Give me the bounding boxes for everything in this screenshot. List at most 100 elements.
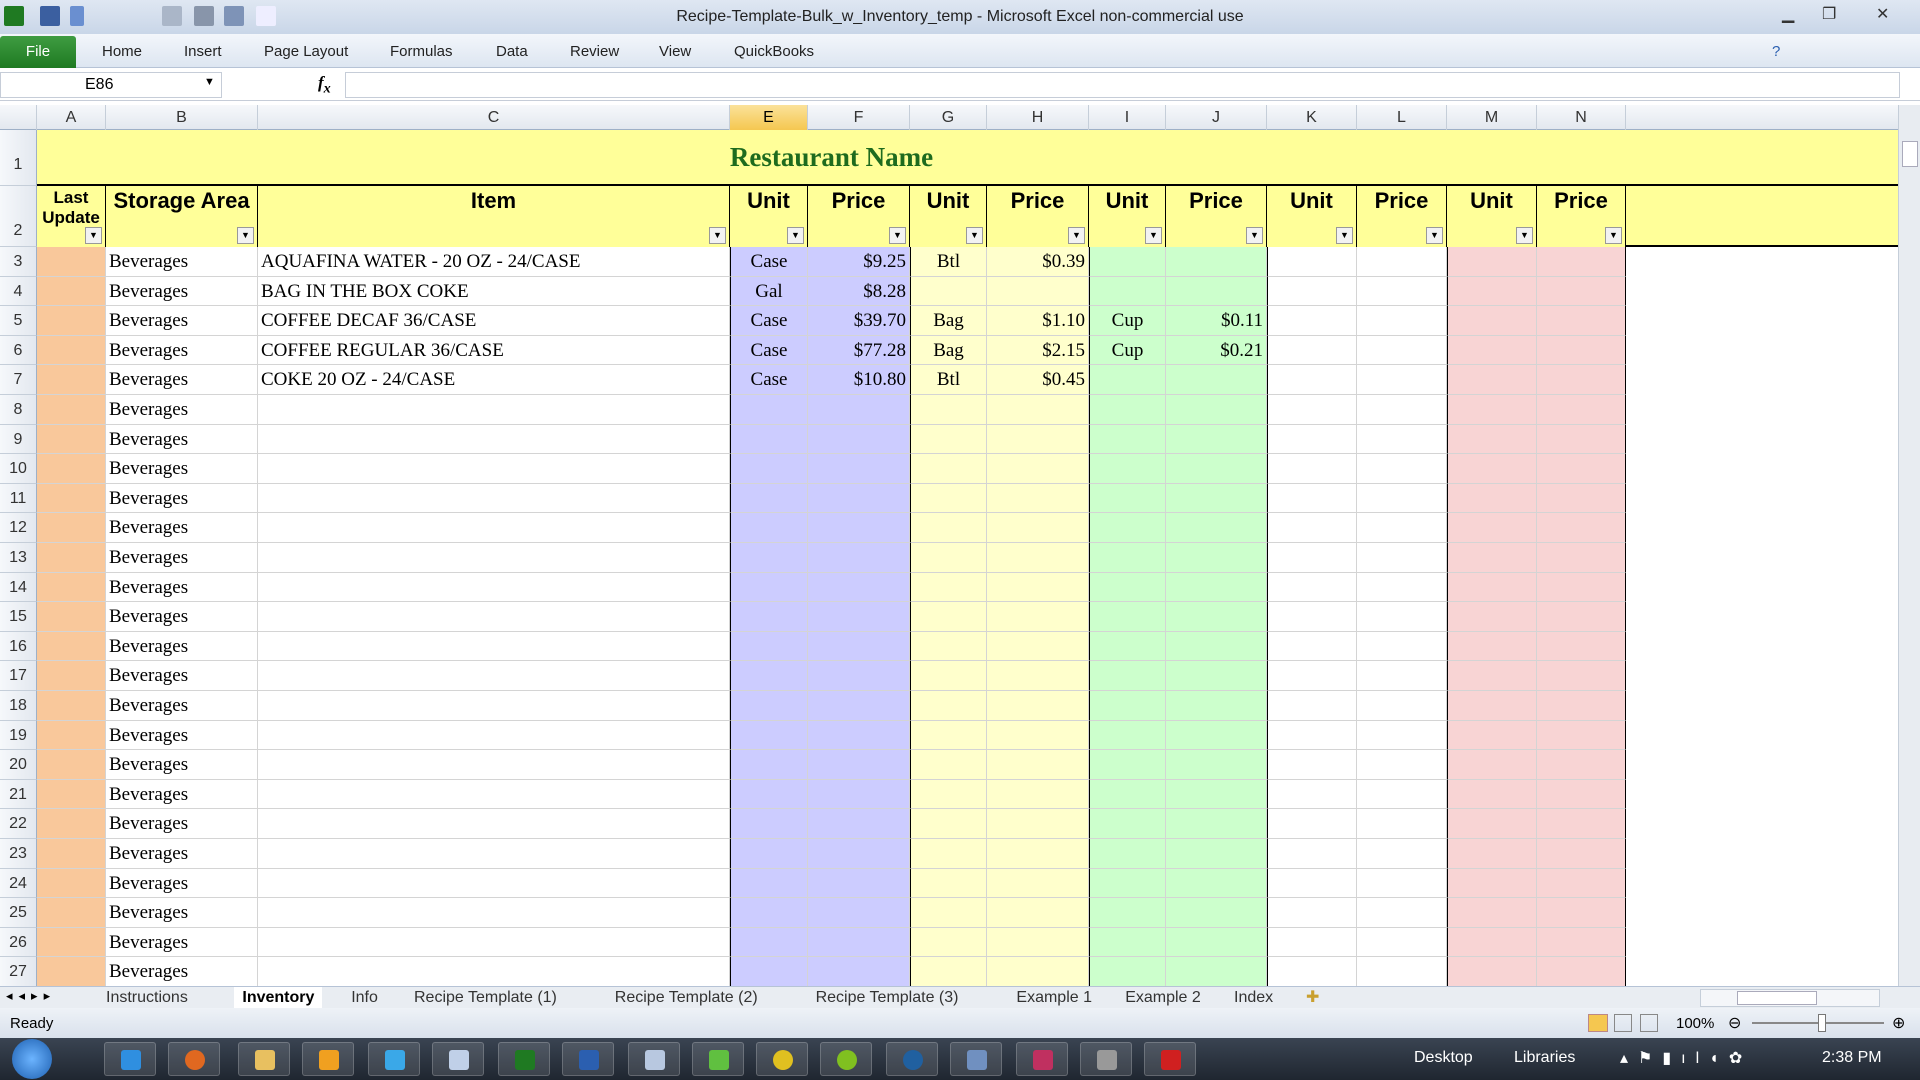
cell-k5[interactable] (1267, 306, 1357, 336)
cell-i25[interactable] (1089, 898, 1166, 928)
taskbar-excel[interactable] (498, 1042, 550, 1076)
cell-k27[interactable] (1267, 957, 1357, 986)
cell-h18[interactable] (987, 691, 1089, 721)
cell-e3[interactable]: Case (730, 247, 808, 277)
cell-m16[interactable] (1447, 631, 1537, 662)
cell-g8[interactable] (910, 395, 987, 425)
column-header-n[interactable]: N (1537, 105, 1626, 130)
cell-k3[interactable] (1267, 247, 1357, 277)
taskbar-app-green[interactable] (692, 1042, 744, 1076)
column-header-c[interactable]: C (258, 105, 730, 130)
cell-l27[interactable] (1357, 957, 1447, 986)
cell-f6[interactable]: $77.28 (808, 335, 910, 366)
cell-k23[interactable] (1267, 839, 1357, 869)
cell-j7[interactable] (1166, 365, 1267, 395)
libraries-toolbar[interactable]: Libraries (1514, 1049, 1575, 1067)
cell-f18[interactable] (808, 691, 910, 721)
cell-f4[interactable]: $8.28 (808, 276, 910, 307)
tab-insert[interactable]: Insert (184, 43, 222, 60)
tab-view[interactable]: View (659, 43, 691, 60)
cell-b23[interactable]: Beverages (106, 839, 258, 869)
cell-c12[interactable] (258, 513, 730, 543)
cell-m19[interactable] (1447, 720, 1537, 751)
cell-m10[interactable] (1447, 454, 1537, 484)
cell-e26[interactable] (730, 927, 808, 958)
cell-j13[interactable] (1166, 543, 1267, 573)
cell-l26[interactable] (1357, 927, 1447, 958)
cell-l17[interactable] (1357, 661, 1447, 691)
cell-f5[interactable]: $39.70 (808, 306, 910, 336)
cell-n17[interactable] (1537, 661, 1626, 691)
row-header[interactable]: 14 (0, 572, 37, 603)
cell-g23[interactable] (910, 839, 987, 869)
zoom-in-button[interactable]: ⊕ (1892, 1013, 1905, 1033)
column-header-k[interactable]: K (1267, 105, 1357, 130)
cell-n16[interactable] (1537, 631, 1626, 662)
cell-m15[interactable] (1447, 602, 1537, 632)
cell-c25[interactable] (258, 898, 730, 928)
cell-f11[interactable] (808, 483, 910, 514)
cell-n14[interactable] (1537, 572, 1626, 603)
cell-j25[interactable] (1166, 898, 1267, 928)
cell-k12[interactable] (1267, 513, 1357, 543)
tab-home[interactable]: Home (102, 43, 142, 60)
zoom-slider-thumb[interactable] (1818, 1014, 1826, 1032)
cell-n27[interactable] (1537, 957, 1626, 986)
cell-h17[interactable] (987, 661, 1089, 691)
cell-m22[interactable] (1447, 809, 1537, 839)
cell-n26[interactable] (1537, 927, 1626, 958)
cell-l15[interactable] (1357, 602, 1447, 632)
cell-k9[interactable] (1267, 424, 1357, 455)
cell-n6[interactable] (1537, 335, 1626, 366)
cell-m21[interactable] (1447, 779, 1537, 810)
cell-h27[interactable] (987, 957, 1089, 986)
cell-l9[interactable] (1357, 424, 1447, 455)
cell-a24[interactable] (37, 868, 106, 899)
cell-a10[interactable] (37, 454, 106, 484)
cell-h13[interactable] (987, 543, 1089, 573)
cell-h6[interactable]: $2.15 (987, 335, 1089, 366)
cell-g17[interactable] (910, 661, 987, 691)
cell-f9[interactable] (808, 424, 910, 455)
cell-f23[interactable] (808, 839, 910, 869)
cell-c24[interactable] (258, 868, 730, 899)
cell-i4[interactable] (1089, 276, 1166, 307)
cell-l18[interactable] (1357, 691, 1447, 721)
cell-h3[interactable]: $0.39 (987, 247, 1089, 277)
cell-j3[interactable] (1166, 247, 1267, 277)
minimize-button[interactable]: ▁ (1782, 4, 1794, 24)
cell-b24[interactable]: Beverages (106, 868, 258, 899)
cell-j6[interactable]: $0.21 (1166, 335, 1267, 366)
cell-n15[interactable] (1537, 602, 1626, 632)
cell-g13[interactable] (910, 543, 987, 573)
cell-b8[interactable]: Beverages (106, 395, 258, 425)
cell-c20[interactable] (258, 750, 730, 780)
name-box[interactable]: E86 (0, 72, 222, 98)
cell-f15[interactable] (808, 602, 910, 632)
cell-e8[interactable] (730, 395, 808, 425)
cell-c15[interactable] (258, 602, 730, 632)
cell-g5[interactable]: Bag (910, 306, 987, 336)
column-header-e[interactable]: E (730, 105, 808, 130)
cell-l7[interactable] (1357, 365, 1447, 395)
column-header-j[interactable]: J (1166, 105, 1267, 130)
cell-k11[interactable] (1267, 483, 1357, 514)
taskbar-app-circle[interactable] (886, 1042, 938, 1076)
cell-f8[interactable] (808, 395, 910, 425)
cell-i15[interactable] (1089, 602, 1166, 632)
cell-e6[interactable]: Case (730, 335, 808, 366)
restore-button[interactable]: ❐ (1822, 4, 1836, 24)
cell-g6[interactable]: Bag (910, 335, 987, 366)
cell-b18[interactable]: Beverages (106, 691, 258, 721)
cell-j20[interactable] (1166, 750, 1267, 780)
cell-l11[interactable] (1357, 483, 1447, 514)
cell-g16[interactable] (910, 631, 987, 662)
cell-a3[interactable] (37, 247, 106, 277)
cell-j11[interactable] (1166, 483, 1267, 514)
cell-l23[interactable] (1357, 839, 1447, 869)
cell-i21[interactable] (1089, 779, 1166, 810)
taskbar-app-red-blue[interactable] (1016, 1042, 1068, 1076)
cell-j9[interactable] (1166, 424, 1267, 455)
cell-k20[interactable] (1267, 750, 1357, 780)
cell-e10[interactable] (730, 454, 808, 484)
